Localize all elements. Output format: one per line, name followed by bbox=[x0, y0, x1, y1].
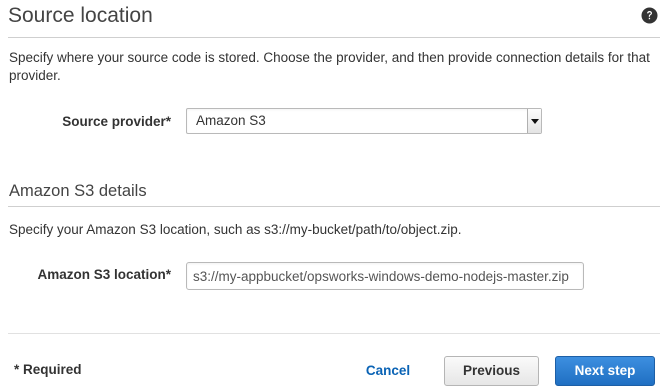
source-provider-label: Source provider* bbox=[62, 114, 171, 129]
s3-description: Specify your Amazon S3 location, such as… bbox=[9, 222, 462, 237]
source-provider-select[interactable]: Amazon S3 bbox=[186, 108, 542, 134]
previous-button[interactable]: Previous bbox=[444, 356, 539, 386]
section-title: Source location bbox=[8, 4, 153, 27]
chevron-down-icon[interactable] bbox=[527, 109, 541, 133]
header-divider bbox=[8, 37, 660, 38]
question-circle-icon[interactable] bbox=[641, 7, 658, 24]
s3-location-input[interactable] bbox=[186, 262, 584, 290]
source-description: Specify where your source code is stored… bbox=[9, 50, 650, 83]
footer-divider bbox=[8, 333, 660, 334]
source-provider-value: Amazon S3 bbox=[196, 113, 266, 128]
s3-details-divider bbox=[8, 206, 660, 207]
cancel-button[interactable]: Cancel bbox=[356, 357, 420, 385]
required-note: * Required bbox=[14, 362, 82, 377]
s3-location-label: Amazon S3 location* bbox=[37, 267, 171, 282]
s3-details-title: Amazon S3 details bbox=[9, 182, 147, 200]
next-step-button[interactable]: Next step bbox=[555, 356, 655, 386]
